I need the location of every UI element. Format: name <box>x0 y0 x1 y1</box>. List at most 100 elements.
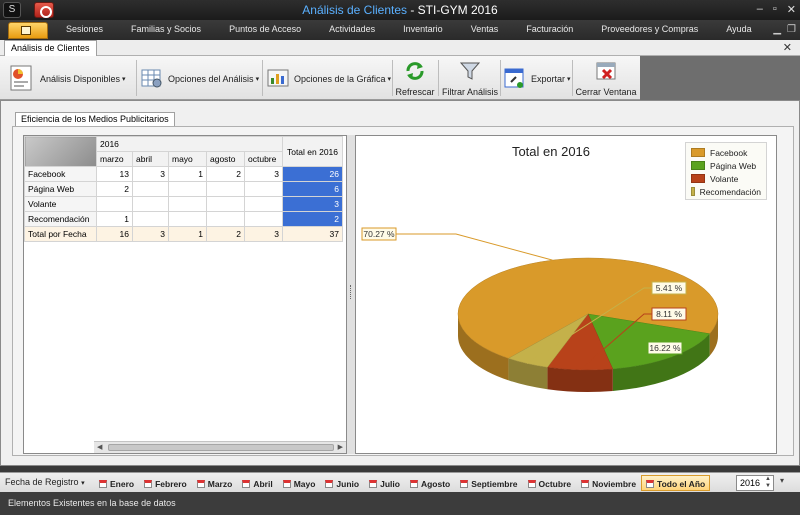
pivot-row-total[interactable]: 3 <box>282 196 343 212</box>
month-filter-button[interactable]: Mayo <box>278 475 321 491</box>
pivot-cell[interactable] <box>244 181 283 197</box>
month-filter-button[interactable]: Julio <box>364 475 405 491</box>
pivot-row-header[interactable]: Recomendación <box>24 211 97 227</box>
pivot-month-header[interactable]: agosto <box>206 151 245 167</box>
pivot-cell[interactable]: 1 <box>168 166 207 182</box>
month-filter-button[interactable]: Agosto <box>405 475 455 491</box>
exportar-button[interactable]: Exportar ▾ <box>503 66 571 92</box>
minimize-button[interactable]: – <box>757 3 763 16</box>
month-filter-button[interactable]: Marzo <box>192 475 238 491</box>
pivot-month-header[interactable]: abril <box>132 151 169 167</box>
pivot-row-total[interactable]: 26 <box>282 166 343 182</box>
month-filter-button[interactable]: Septiembre <box>455 475 522 491</box>
legend-label: Facebook <box>710 147 748 158</box>
year-spinner[interactable]: 2016 ▲ ▼ <box>736 475 774 491</box>
close-window-button[interactable]: ✕ <box>787 3 796 16</box>
month-filter-button[interactable]: Abril <box>237 475 277 491</box>
pivot-footer-cell[interactable]: 2 <box>206 226 245 242</box>
pivot-cell[interactable] <box>132 196 169 212</box>
month-filter-button[interactable]: Febrero <box>139 475 192 491</box>
calendar-icon <box>99 480 107 488</box>
pivot-month-header[interactable]: marzo <box>96 151 133 167</box>
pivot-row-header[interactable]: Volante <box>24 196 97 212</box>
pivot-cell[interactable]: 3 <box>132 166 169 182</box>
opciones-analisis-button[interactable]: Opciones del Análisis ▾ <box>140 66 259 92</box>
menu-item[interactable]: Ventas <box>457 24 513 34</box>
month-filter-button[interactable]: Todo el Año <box>641 475 711 491</box>
menu-item[interactable]: Familias y Socios <box>117 24 215 34</box>
pivot-month-header[interactable]: octubre <box>244 151 283 167</box>
menu-right-controls: ▁ ❐ <box>773 24 796 35</box>
pivot-row-total[interactable]: 2 <box>282 211 343 227</box>
spinner-arrows-icon[interactable]: ▲ ▼ <box>765 476 771 490</box>
calendar-icon <box>325 480 334 488</box>
pivot-cell[interactable] <box>244 211 283 227</box>
pivot-cell[interactable]: 2 <box>96 181 133 197</box>
menu-item[interactable]: Proveedores y Compras <box>587 24 712 34</box>
menu-item[interactable]: Facturación <box>512 24 587 34</box>
legend-label: Volante <box>710 173 739 184</box>
app-menu-button[interactable] <box>8 22 48 39</box>
opciones-grafica-label: Opciones de la Gráfica <box>294 74 386 84</box>
panel-splitter[interactable] <box>347 135 355 454</box>
minimize-doc-icon[interactable]: ▁ <box>773 24 781 35</box>
pivot-cell[interactable] <box>168 211 207 227</box>
pivot-cell[interactable] <box>96 196 133 212</box>
month-filter-button[interactable]: Noviembre <box>576 475 641 491</box>
pivot-cell[interactable] <box>132 211 169 227</box>
pivot-cell[interactable] <box>206 181 245 197</box>
pivot-grand-total[interactable]: 37 <box>282 226 343 242</box>
maximize-button[interactable]: ▫ <box>773 3 777 16</box>
filtrar-analisis-button[interactable]: Filtrar Análisis <box>440 59 500 97</box>
pivot-footer-cell[interactable]: 3 <box>132 226 169 242</box>
pivot-row-header[interactable]: Facebook <box>24 166 97 182</box>
chart-options-icon <box>266 66 290 92</box>
month-filter-button[interactable]: Octubre <box>523 475 577 491</box>
ribbon-separator <box>572 60 573 96</box>
splitter-grip[interactable] <box>350 285 352 299</box>
pivot-cell[interactable] <box>168 181 207 197</box>
cerrar-ventana-button[interactable]: Cerrar Ventana <box>574 59 638 97</box>
month-filter-button[interactable]: Enero <box>94 475 139 491</box>
pivot-footer-cell[interactable]: 3 <box>244 226 283 242</box>
pivot-cell[interactable]: 2 <box>206 166 245 182</box>
pivot-cell[interactable] <box>206 211 245 227</box>
menu-item[interactable]: Inventario <box>389 24 457 34</box>
pivot-cell[interactable] <box>244 196 283 212</box>
scroll-right-icon[interactable]: ▶ <box>338 443 343 451</box>
menu-item[interactable]: Actividades <box>315 24 389 34</box>
refrescar-button[interactable]: Refrescar <box>394 59 436 97</box>
month-filter-button[interactable]: Junio <box>320 475 364 491</box>
fecha-registro-dropdown[interactable]: Fecha de Registro ▾ <box>5 477 85 487</box>
pivot-cell[interactable]: 1 <box>96 211 133 227</box>
pivot-year-header[interactable]: 2016 <box>96 136 283 152</box>
pivot-cell[interactable]: 3 <box>244 166 283 182</box>
pivot-footer-cell[interactable]: 1 <box>168 226 207 242</box>
analisis-disponibles-button[interactable]: Análisis Disponibles ▾ <box>8 64 126 94</box>
scroll-left-icon[interactable]: ◀ <box>97 443 102 451</box>
chevron-down-icon[interactable]: ▾ <box>780 476 784 485</box>
pivot-footer-cell[interactable]: 16 <box>96 226 133 242</box>
pivot-footer-label[interactable]: Total por Fecha <box>24 226 97 242</box>
pie-slice-side[interactable] <box>547 367 613 392</box>
tab-analisis-clientes[interactable]: Análisis de Clientes <box>4 40 97 56</box>
pivot-month-header[interactable]: mayo <box>168 151 207 167</box>
menu-item[interactable]: Sesiones <box>52 24 117 34</box>
restore-doc-icon[interactable]: ❐ <box>787 24 796 35</box>
pivot-cell[interactable] <box>132 181 169 197</box>
pivot-cell[interactable]: 13 <box>96 166 133 182</box>
pivot-row-total[interactable]: 6 <box>282 181 343 197</box>
opciones-grafica-button[interactable]: Opciones de la Gráfica ▾ <box>266 66 391 92</box>
pivot-row-header[interactable]: Página Web <box>24 181 97 197</box>
horizontal-scrollbar[interactable]: ◀ ▶ <box>94 441 346 453</box>
pivot-cell[interactable] <box>206 196 245 212</box>
menu-item[interactable]: Ayuda <box>712 24 765 34</box>
menu-item[interactable]: Puntos de Acceso <box>215 24 315 34</box>
tab-eficiencia-medios[interactable]: Eficiencia de los Medios Publicitarios <box>15 112 175 126</box>
close-tab-icon[interactable]: ✕ <box>783 41 792 54</box>
close-window-icon <box>574 59 638 85</box>
scrollbar-thumb[interactable] <box>108 444 334 451</box>
refrescar-label: Refrescar <box>395 87 435 97</box>
pivot-total-header[interactable]: Total en 2016 <box>282 136 343 167</box>
pivot-cell[interactable] <box>168 196 207 212</box>
